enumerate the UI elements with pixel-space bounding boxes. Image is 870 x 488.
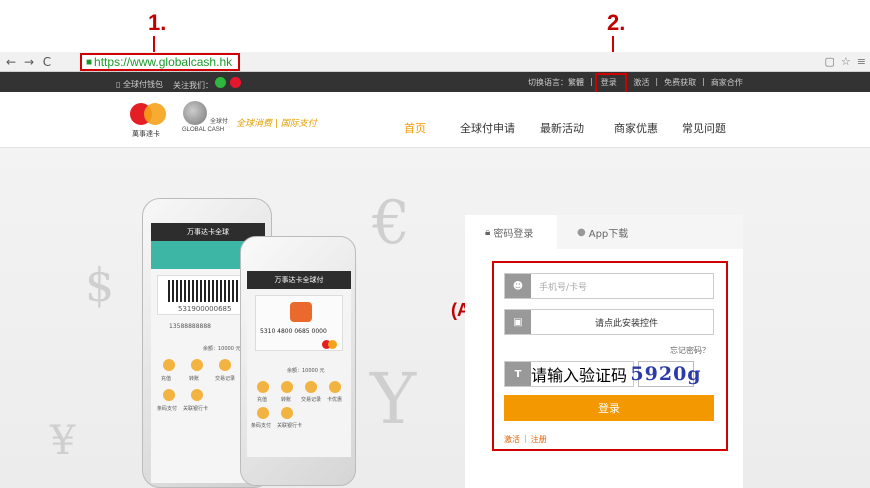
phone2-balance: 余额：10000 元 [287, 368, 325, 374]
separator: | [524, 434, 527, 443]
globalcash-en-text: GLOBAL CASH [182, 127, 225, 133]
nav-offers[interactable]: 商家优惠 [614, 120, 658, 136]
phone2-title: 万事达卡全球付 [247, 271, 351, 289]
install-control-text: 请点此安装控件 [595, 318, 659, 329]
nav-events[interactable]: 最新活动 [540, 120, 584, 136]
phone2-icon-label: 条码支付 [251, 423, 272, 429]
forward-icon[interactable]: → [22, 55, 36, 69]
tab-password-login[interactable]: 🔒︎ 密码登录 [465, 215, 557, 249]
extensions-icon[interactable]: ▢ [825, 55, 835, 68]
mastercard-cn-text: 萬事達卡 [132, 130, 160, 138]
user-icon: ☻ [505, 274, 531, 298]
phone1-card-number: 531900000685 [178, 305, 232, 313]
separator: | [655, 77, 659, 86]
phone2-icon-label: 交易记录 [301, 397, 322, 403]
mastercard-logo[interactable] [130, 103, 166, 125]
phone2-icon-label: 充值 [257, 397, 268, 403]
hero-banner: $ € Y ¥ 万事达卡全球 531900000685 13588888888 … [0, 148, 870, 488]
merchant-link[interactable]: 商家合作 [711, 77, 743, 88]
captcha-input[interactable]: T 请输入验证码 [504, 361, 634, 387]
register-link[interactable]: 注册 [531, 434, 547, 445]
captcha-icon: T [505, 362, 531, 386]
phone-image-small: 万事达卡全球付 5310 4800 0685 0000 余额：10000 元 充… [240, 236, 356, 486]
nav-apply[interactable]: 全球付申请 [460, 120, 515, 136]
slogan: 全球消费 | 国际支付 [236, 119, 317, 129]
lock-icon: ▣ [505, 310, 531, 334]
phone1-balance: 余额：10000 元 [203, 346, 241, 352]
tab-app-download[interactable]: ● App下载 [557, 215, 657, 249]
captcha-placeholder: 请输入验证码 [531, 366, 628, 385]
phone2-card: 5310 4800 0685 0000 [255, 295, 343, 351]
activate-link[interactable]: 激活 [504, 434, 520, 445]
language-switch[interactable]: 切换语言：繁體 [528, 77, 584, 88]
phone1-icon-label: 交易记录 [215, 376, 236, 382]
tab-app-label: App下载 [588, 228, 629, 240]
browser-toolbar: ← → C ■ https://www.globalcash.hk ▢ ☆ ≡ [0, 52, 870, 72]
yen-small-icon: ¥ [50, 418, 76, 464]
login-tabs: 🔒︎ 密码登录 ● App下载 [465, 215, 743, 249]
nav-home[interactable]: 首页 [404, 120, 426, 136]
lock-icon: 🔒︎ [485, 226, 491, 238]
login-panel: 🔒︎ 密码登录 ● App下载 ☻ 手机号/卡号 ▣ 请点此安装控件 忘记密码？… [465, 215, 743, 488]
globalcash-cn-text: 全球付 [210, 118, 229, 125]
site-header: 萬事達卡 全球付 GLOBAL CASH 全球消费 | 国际支付 首页 全球付申… [0, 92, 870, 148]
captcha-image[interactable]: 5920g [630, 361, 701, 387]
wechat-icon[interactable] [214, 77, 226, 88]
yen-icon: Y [370, 358, 417, 440]
euro-icon: € [372, 188, 411, 258]
phone1-number: 13588888888 [169, 323, 211, 330]
phone1-icon-label: 条码支付 [157, 406, 178, 412]
dollar-icon: $ [85, 258, 115, 312]
browser-actions: ▢ ☆ ≡ [825, 55, 867, 68]
bookmark-star-icon[interactable]: ☆ [841, 55, 851, 68]
phone1-icon-label: 充值 [161, 376, 172, 382]
globe-icon [183, 101, 207, 125]
free-get-link[interactable]: 免费获取 [664, 77, 696, 88]
top-login-link[interactable]: 登录 [594, 73, 627, 95]
annotation-label-1: 1. [148, 10, 167, 35]
tab-password-label: 密码登录 [493, 228, 534, 240]
login-form: ☻ 手机号/卡号 ▣ 请点此安装控件 忘记密码？ T 请输入验证码 5920g … [492, 261, 728, 451]
login-button[interactable]: 登录 [504, 395, 714, 421]
app-icon: ● [577, 226, 586, 238]
weibo-icon[interactable] [229, 77, 241, 88]
url-text: https://www.globalcash.hk [94, 55, 233, 69]
back-icon[interactable]: ← [4, 55, 18, 69]
nav-faq[interactable]: 常见问题 [682, 120, 726, 136]
client-link[interactable]: ▯ 全球付钱包 [116, 79, 163, 90]
phone2-card-number: 5310 4800 0685 0000 [260, 328, 327, 335]
phone1-icon-label: 转账 [189, 376, 200, 382]
phone1-icon-label: 关联银行卡 [183, 406, 209, 412]
top-activate-link[interactable]: 激活 [633, 77, 649, 88]
username-field[interactable]: ☻ 手机号/卡号 [504, 273, 714, 299]
username-placeholder: 手机号/卡号 [539, 282, 588, 293]
follow-label: 关注我们： [173, 77, 241, 91]
phone2-icon-label: 卡优惠 [327, 397, 343, 403]
site-topbar: ▯ 全球付钱包 关注我们： 切换语言：繁體 | 登录 | 激活 | 免费获取 |… [0, 72, 870, 95]
lock-icon: ■ [86, 56, 93, 68]
password-control-field[interactable]: ▣ 请点此安装控件 [504, 309, 714, 335]
annotation-label-2: 2. [607, 10, 626, 35]
reload-icon[interactable]: C [40, 55, 54, 69]
phone2-icon-label: 转账 [281, 397, 292, 403]
forgot-password-link[interactable]: 忘记密码？ [670, 345, 710, 356]
address-bar[interactable]: ■ https://www.globalcash.hk [80, 53, 241, 71]
separator: | [590, 77, 593, 86]
separator: | [702, 77, 705, 86]
annotation-area: 1. 2. [0, 0, 870, 52]
form-links: 激活 | 注册 [504, 434, 547, 445]
menu-icon[interactable]: ≡ [857, 55, 866, 68]
phone2-icon-label: 关联银行卡 [277, 423, 303, 429]
